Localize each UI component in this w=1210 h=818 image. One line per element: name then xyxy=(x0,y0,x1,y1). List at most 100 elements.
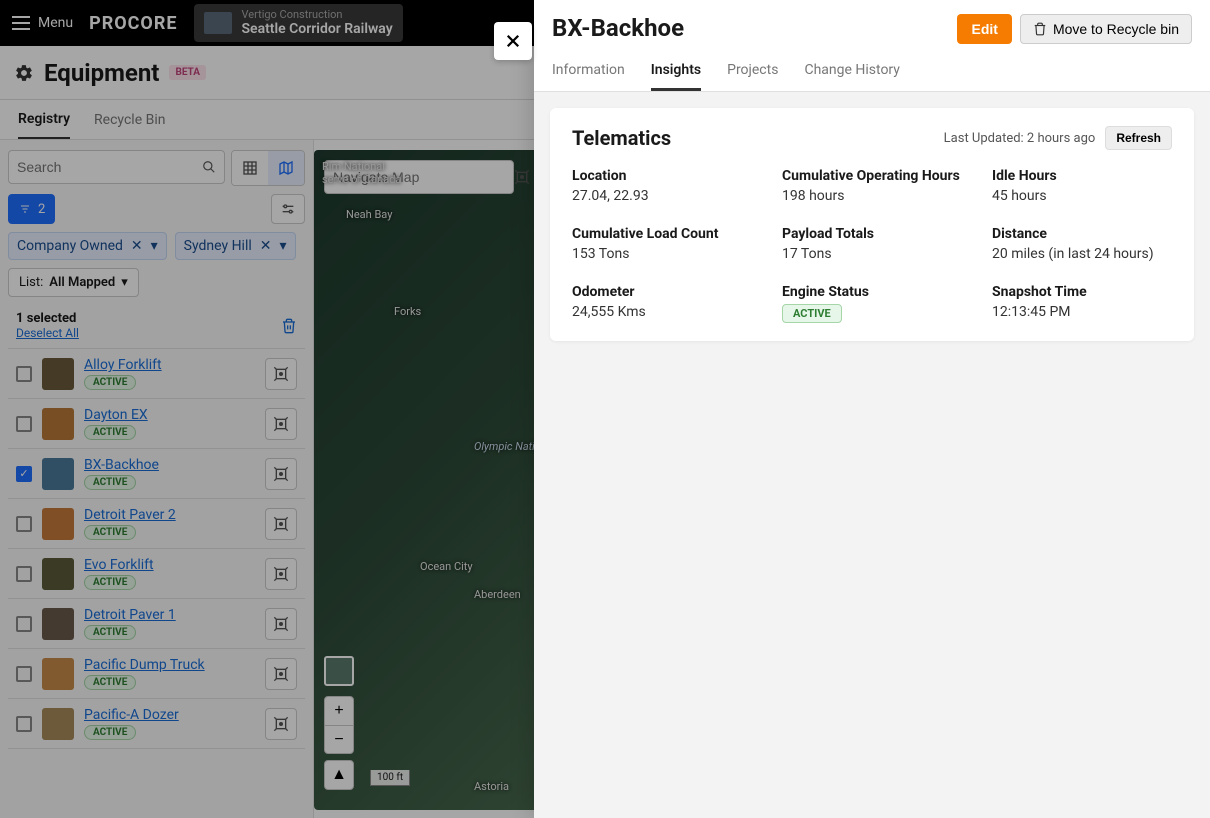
map-type-toggle[interactable] xyxy=(324,656,354,686)
status-badge: ACTIVE xyxy=(84,425,136,440)
equipment-checkbox[interactable] xyxy=(16,516,32,532)
status-badge: ACTIVE xyxy=(84,625,136,640)
equipment-thumb xyxy=(42,658,74,690)
project-company: Vertigo Construction xyxy=(242,8,393,21)
zoom-out-button[interactable]: − xyxy=(325,725,353,753)
engine-status-badge: ACTIVE xyxy=(782,304,842,323)
edit-button[interactable]: Edit xyxy=(957,14,1011,44)
locate-on-map-button[interactable] xyxy=(265,408,297,440)
view-table-button[interactable] xyxy=(232,151,268,185)
equipment-checkbox[interactable] xyxy=(16,716,32,732)
refresh-button[interactable]: Refresh xyxy=(1105,126,1172,150)
list-mode-select[interactable]: List: All Mapped ▾ xyxy=(8,268,139,297)
chip-city[interactable]: Sydney Hill ✕ ▾ xyxy=(175,232,296,260)
locate-on-map-button[interactable] xyxy=(265,558,297,590)
view-map-button[interactable] xyxy=(268,151,304,185)
search-box[interactable] xyxy=(8,150,225,184)
filter-button[interactable]: 2 xyxy=(8,194,55,224)
panel-tab-history[interactable]: Change History xyxy=(804,56,899,91)
list-mode-value: All Mapped xyxy=(49,275,115,290)
tele-engine: Engine Status ACTIVE xyxy=(782,284,962,323)
selection-info: 1 selected Deselect All xyxy=(16,311,79,340)
map-label: Aberdeen xyxy=(474,588,521,601)
equipment-name-link[interactable]: Detroit Paver 1 xyxy=(84,607,255,623)
locate-icon xyxy=(273,666,289,682)
view-toggle xyxy=(231,150,305,186)
equipment-thumb xyxy=(42,458,74,490)
tab-registry[interactable]: Registry xyxy=(18,101,70,139)
locate-icon xyxy=(273,566,289,582)
locate-on-map-button[interactable] xyxy=(265,508,297,540)
chip-label: Company Owned xyxy=(17,238,123,254)
equipment-thumb xyxy=(42,558,74,590)
equipment-name-link[interactable]: Alloy Forklift xyxy=(84,357,255,373)
zoom-in-button[interactable]: + xyxy=(325,697,353,725)
close-icon xyxy=(504,32,522,50)
deselect-all-link[interactable]: Deselect All xyxy=(16,326,79,340)
equipment-list: Alloy Forklift ACTIVE Dayton EX ACTIVE ✓ BX-B… xyxy=(8,348,305,818)
panel-tab-information[interactable]: Information xyxy=(552,56,625,91)
tab-recycle-bin[interactable]: Recycle Bin xyxy=(94,102,165,138)
equipment-name-link[interactable]: Evo Forklift xyxy=(84,557,255,573)
equipment-name-link[interactable]: BX-Backhoe xyxy=(84,457,255,473)
delete-button[interactable] xyxy=(281,317,297,335)
equipment-thumb xyxy=(42,358,74,390)
menu-label: Menu xyxy=(38,15,73,31)
compass-icon: ▲ xyxy=(325,761,353,789)
tele-snapshot: Snapshot Time 12:13:45 PM xyxy=(992,284,1172,323)
equipment-name-link[interactable]: Pacific-A Dozer xyxy=(84,707,255,723)
locate-on-map-button[interactable] xyxy=(265,608,297,640)
status-badge: ACTIVE xyxy=(84,575,136,590)
project-selector[interactable]: Vertigo Construction Seattle Corridor Ra… xyxy=(194,4,403,42)
equipment-checkbox[interactable] xyxy=(16,616,32,632)
locate-icon xyxy=(273,366,289,382)
equipment-checkbox[interactable] xyxy=(16,566,32,582)
chip-remove-icon[interactable]: ✕ xyxy=(131,238,143,254)
equipment-name-link[interactable]: Dayton EX xyxy=(84,407,255,423)
locate-on-map-button[interactable] xyxy=(265,358,297,390)
equipment-row: Pacific Dump TruckACTIVE xyxy=(8,648,305,698)
search-icon xyxy=(202,160,216,174)
menu-button[interactable]: Menu xyxy=(12,15,73,31)
equipment-checkbox[interactable] xyxy=(16,666,32,682)
tele-location: Location 27.04, 22.93 xyxy=(572,168,752,204)
locate-on-map-button[interactable] xyxy=(265,658,297,690)
filter-count-label: 2 xyxy=(38,202,45,217)
locate-icon xyxy=(273,416,289,432)
locate-on-map-button[interactable] xyxy=(265,708,297,740)
map-label: Forks xyxy=(394,305,421,318)
status-badge: ACTIVE xyxy=(84,375,136,390)
equipment-row: ✓BX-BackhoeACTIVE xyxy=(8,448,305,498)
equipment-checkbox[interactable] xyxy=(16,366,32,382)
tele-odometer: Odometer 24,555 Kms xyxy=(572,284,752,323)
locate-on-map-button[interactable] xyxy=(265,458,297,490)
detail-panel: BX-Backhoe Edit Move to Recycle bin Info… xyxy=(534,0,1210,818)
chip-company-owned[interactable]: Company Owned ✕ ▾ xyxy=(8,232,167,260)
equipment-name-link[interactable]: Detroit Paver 2 xyxy=(84,507,255,523)
equipment-checkbox[interactable] xyxy=(16,416,32,432)
map-compass[interactable]: ▲ xyxy=(324,760,354,790)
equipment-checkbox[interactable]: ✓ xyxy=(16,466,32,482)
tele-idle: Idle Hours 45 hours xyxy=(992,168,1172,204)
close-button[interactable] xyxy=(494,22,532,60)
equipment-thumb xyxy=(42,508,74,540)
column-settings-button[interactable] xyxy=(271,194,305,224)
chip-remove-icon[interactable]: ✕ xyxy=(260,238,272,254)
search-input[interactable] xyxy=(17,159,202,175)
equipment-thumb xyxy=(42,708,74,740)
panel-tab-projects[interactable]: Projects xyxy=(727,56,778,91)
hamburger-icon xyxy=(12,16,30,30)
equipment-thumb xyxy=(42,408,74,440)
sliders-icon xyxy=(280,201,296,217)
list-mode-label: List: xyxy=(19,275,43,290)
chevron-down-icon: ▾ xyxy=(121,275,128,290)
move-to-recycle-button[interactable]: Move to Recycle bin xyxy=(1020,14,1192,44)
equipment-row: Alloy Forklift ACTIVE xyxy=(8,348,305,398)
equipment-name-link[interactable]: Pacific Dump Truck xyxy=(84,657,255,673)
page-title: Equipment xyxy=(44,59,159,87)
beta-badge: BETA xyxy=(169,65,206,80)
panel-tab-insights[interactable]: Insights xyxy=(651,56,701,91)
chevron-down-icon: ▾ xyxy=(280,238,287,254)
chip-label: Sydney Hill xyxy=(184,238,252,254)
locate-icon xyxy=(273,616,289,632)
